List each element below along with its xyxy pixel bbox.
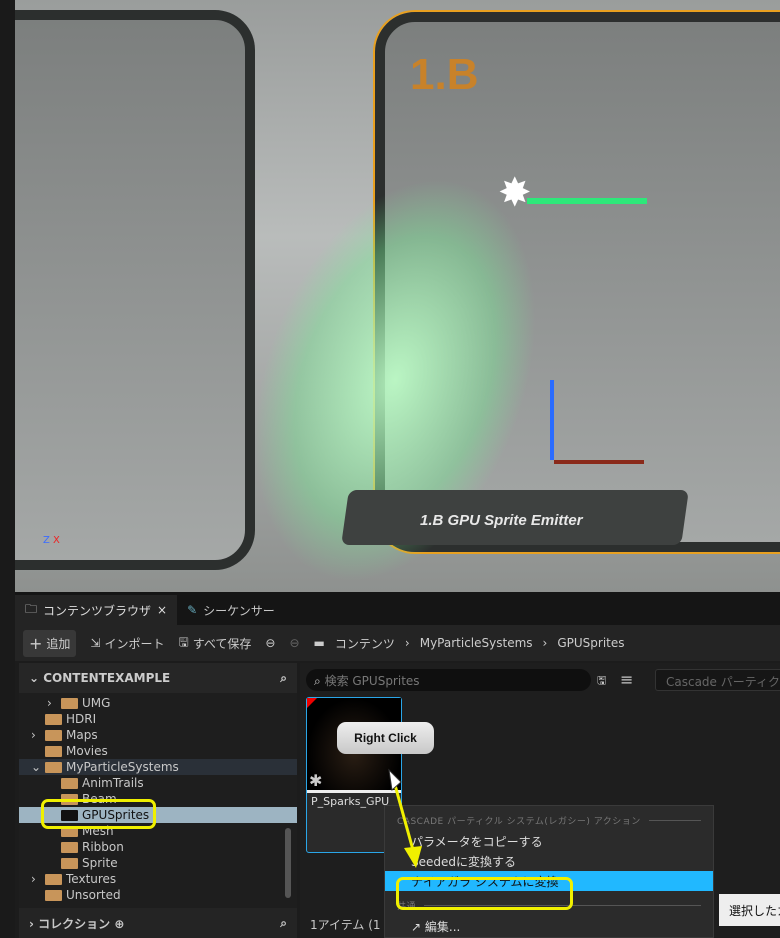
highlight-menu-item (396, 877, 573, 910)
annotation-arrow (388, 768, 422, 868)
highlight-folder (41, 799, 156, 829)
